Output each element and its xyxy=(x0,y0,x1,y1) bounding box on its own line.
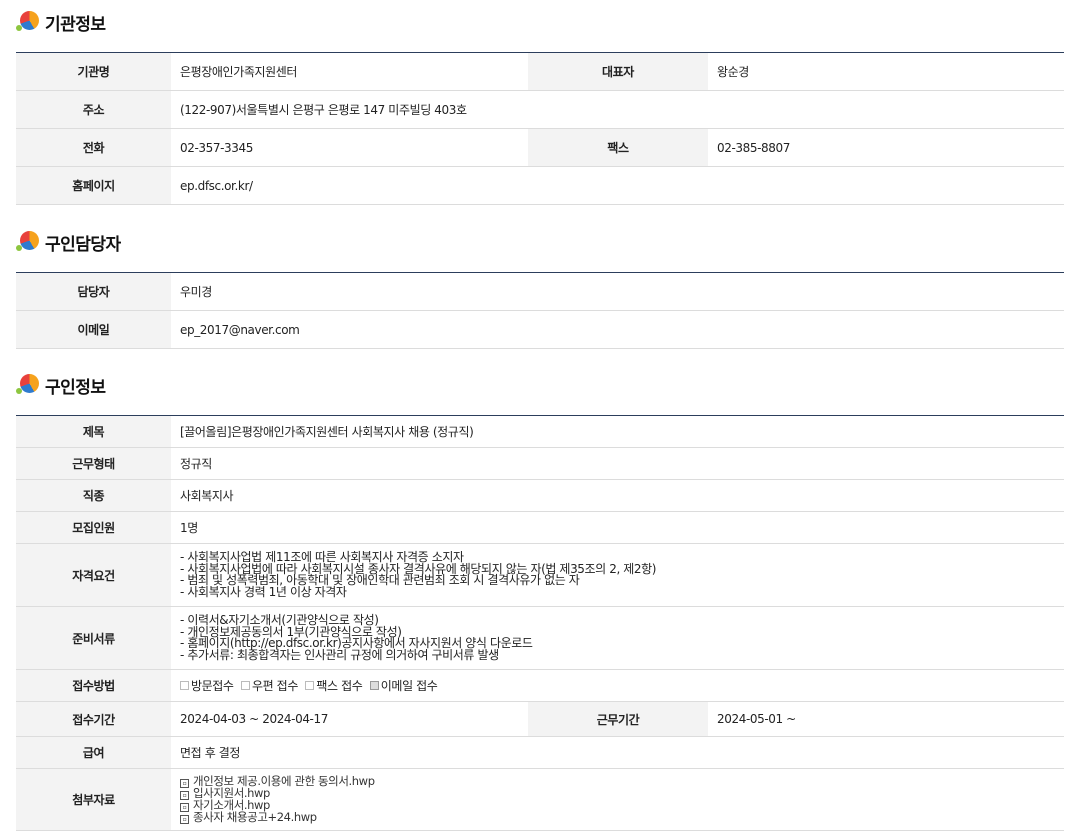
job-pay-label: 급여 xyxy=(16,736,171,769)
org-name-label: 기관명 xyxy=(16,52,171,91)
table-row: 준비서류 - 이력서&자기소개서(기관양식으로 작성) - 개인정보제공동의서 … xyxy=(16,606,1065,670)
job-kind-value: 사회복지사 xyxy=(171,479,1065,512)
table-row: 제목 [끌어올림]은평장애인가족지원센터 사회복지사 채용 (정규직) xyxy=(16,415,1065,448)
file-icon: ▫ xyxy=(180,790,189,800)
file-icon: ▫ xyxy=(180,778,189,788)
org-tel-label: 전화 xyxy=(16,128,171,167)
method-email-checkbox[interactable]: 이메일 접수 xyxy=(369,677,438,694)
job-method-value: 방문접수 우편 접수 팩스 접수 이메일 접수 xyxy=(171,669,1065,702)
job-table: 제목 [끌어올림]은평장애인가족지원센터 사회복지사 채용 (정규직) 근무형태… xyxy=(16,415,1065,831)
org-addr-label: 주소 xyxy=(16,90,171,129)
logo-icon xyxy=(16,10,40,34)
job-kind-label: 직종 xyxy=(16,479,171,512)
table-row: 이메일 ep_2017@naver.com xyxy=(16,310,1064,349)
table-row: 홈페이지 ep.dfsc.or.kr/ xyxy=(16,166,1064,205)
org-rep-label: 대표자 xyxy=(528,52,708,91)
org-addr-value: (122-907)서울특별시 은평구 은평로 147 미주빌딩 403호 xyxy=(171,90,1064,129)
logo-icon xyxy=(16,373,40,397)
table-row: 급여 면접 후 결정 xyxy=(16,736,1065,769)
table-row: 자격요건 - 사회복지사업법 제11조에 따른 사회복지사 자격증 소지자 - … xyxy=(16,543,1065,607)
table-row: 주소 (122-907)서울특별시 은평구 은평로 147 미주빌딩 403호 xyxy=(16,90,1064,129)
job-workperiod-value: 2024-05-01 ~ xyxy=(708,701,1065,737)
org-home-link[interactable]: ep.dfsc.or.kr/ xyxy=(171,166,1064,205)
job-files-value: ▫ 개인정보 제공.이용에 관한 동의서.hwp ▫ 입사지원서.hwp ▫ 자기소개… xyxy=(171,768,1065,831)
table-row: 접수방법 방문접수 우편 접수 팩스 접수 이메일 접수 xyxy=(16,669,1065,702)
table-row: 직종 사회복지사 xyxy=(16,479,1065,512)
checkbox-icon xyxy=(305,681,315,690)
job-subject-value: [끌어올림]은평장애인가족지원센터 사회복지사 채용 (정규직) xyxy=(171,415,1065,448)
attachment-link[interactable]: ▫ 개인정보 제공.이용에 관한 동의서.hwp xyxy=(180,775,1056,788)
table-row: 첨부자료 ▫ 개인정보 제공.이용에 관한 동의서.hwp ▫ 입사지원서.hwp … xyxy=(16,768,1065,831)
file-icon: ▫ xyxy=(180,802,189,812)
job-period-value: 2024-04-03 ~ 2024-04-17 xyxy=(171,701,528,737)
contact-person-label: 담당자 xyxy=(16,272,171,311)
org-home-label: 홈페이지 xyxy=(16,166,171,205)
job-subject-label: 제목 xyxy=(16,415,171,448)
contact-email-label: 이메일 xyxy=(16,310,171,349)
table-row: 모집인원 1명 xyxy=(16,511,1065,544)
section-title-job: 구인정보 xyxy=(16,372,106,398)
job-qual-label: 자격요건 xyxy=(16,543,171,607)
checkbox-icon xyxy=(180,681,189,690)
contact-table: 담당자 우미경 이메일 ep_2017@naver.com xyxy=(16,272,1064,349)
org-tel-value: 02-357-3345 xyxy=(171,128,528,167)
job-type-label: 근무형태 xyxy=(16,447,171,480)
section-title-org: 기관정보 xyxy=(16,9,106,35)
job-docs-label: 준비서류 xyxy=(16,606,171,670)
section-title-text: 구인정보 xyxy=(45,377,106,398)
page: 기관정보 기관명 은평장애인가족지원센터 대표자 왕순경 주소 (122-907… xyxy=(0,0,1071,839)
table-row: 기관명 은평장애인가족지원센터 대표자 왕순경 xyxy=(16,52,1064,91)
section-title-contact: 구인담당자 xyxy=(16,229,121,255)
method-fax-checkbox[interactable]: 팩스 접수 xyxy=(305,677,363,694)
method-visit-checkbox[interactable]: 방문접수 xyxy=(180,677,234,694)
job-qual-value: - 사회복지사업법 제11조에 따른 사회복지사 자격증 소지자 - 사회복지사… xyxy=(171,543,1065,607)
qual-line: - 사회복지사 경력 1년 이상 자격자 xyxy=(180,584,347,599)
job-pay-value: 면접 후 결정 xyxy=(171,736,1065,769)
job-count-value: 1명 xyxy=(171,511,1065,544)
attachment-link[interactable]: ▫ 종사자 채용공고+24.hwp xyxy=(180,811,1056,824)
job-count-label: 모집인원 xyxy=(16,511,171,544)
section-title-text: 기관정보 xyxy=(45,14,106,35)
contact-email-value: ep_2017@naver.com xyxy=(171,310,1064,349)
job-period-label: 접수기간 xyxy=(16,701,171,737)
table-row: 전화 02-357-3345 팩스 02-385-8807 xyxy=(16,128,1064,167)
org-fax-value: 02-385-8807 xyxy=(708,128,1064,167)
org-table: 기관명 은평장애인가족지원센터 대표자 왕순경 주소 (122-907)서울특별… xyxy=(16,52,1064,205)
section-title-text: 구인담당자 xyxy=(45,234,121,255)
job-type-value: 정규직 xyxy=(171,447,1065,480)
job-workperiod-label: 근무기간 xyxy=(528,701,708,737)
docs-line: - 추가서류: 최종합격자는 인사관리 규정에 의거하여 구비서류 발생 xyxy=(180,647,499,662)
checkbox-checked-icon xyxy=(369,681,379,690)
table-row: 근무형태 정규직 xyxy=(16,447,1065,480)
attachment-link[interactable]: ▫ 입사지원서.hwp xyxy=(180,787,1056,800)
logo-icon xyxy=(16,230,40,254)
checkbox-icon xyxy=(240,681,250,690)
job-files-label: 첨부자료 xyxy=(16,768,171,831)
org-rep-value: 왕순경 xyxy=(708,52,1064,91)
org-fax-label: 팩스 xyxy=(528,128,708,167)
table-row: 접수기간 2024-04-03 ~ 2024-04-17 근무기간 2024-0… xyxy=(16,701,1065,737)
contact-person-value: 우미경 xyxy=(171,272,1064,311)
org-name-value: 은평장애인가족지원센터 xyxy=(171,52,528,91)
method-mail-checkbox[interactable]: 우편 접수 xyxy=(240,677,298,694)
job-docs-value: - 이력서&자기소개서(기관양식으로 작성) - 개인정보제공동의서 1부(기관… xyxy=(171,606,1065,670)
file-icon: ▫ xyxy=(180,814,189,824)
table-row: 담당자 우미경 xyxy=(16,272,1064,311)
job-method-label: 접수방법 xyxy=(16,669,171,702)
